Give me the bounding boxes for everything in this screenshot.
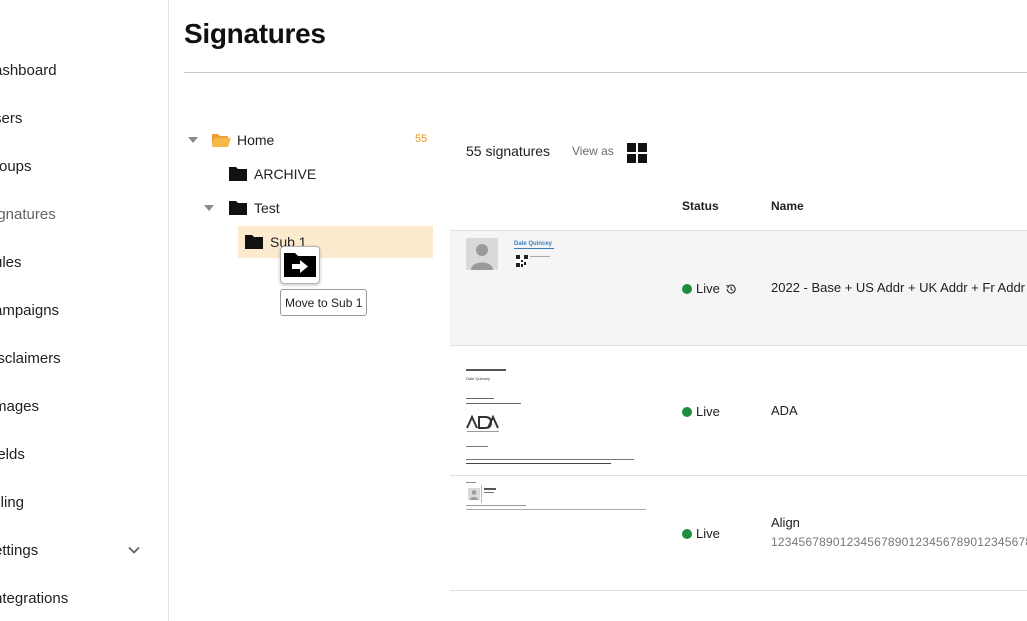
thumbnail-signer-name: Dale Quincey: [466, 376, 491, 381]
sidebar-item-dashboard[interactable]: ashboard: [0, 46, 168, 94]
live-status-dot: [682, 528, 692, 539]
caret-down-icon[interactable]: [203, 202, 215, 214]
sidebar-item-groups[interactable]: roups: [0, 142, 168, 190]
status-label: Live: [696, 526, 720, 541]
sidebar-item-fields[interactable]: ields: [0, 430, 168, 478]
signature-thumbnail[interactable]: Dale Quincey: [466, 238, 566, 278]
sidebar-item-label: ields: [0, 445, 25, 463]
page-title: Signatures: [184, 18, 326, 49]
sidebar-item-label: ettings: [0, 541, 39, 559]
tree-item-home[interactable]: Home: [211, 124, 274, 156]
thumbnail-text-line: [484, 492, 494, 493]
view-as-label: View as: [572, 144, 614, 158]
status-badge: Live: [682, 526, 720, 541]
thumbnail-rule: [514, 248, 554, 249]
sidebar-item-rules[interactable]: ules: [0, 238, 168, 286]
tree-item-test[interactable]: Test: [228, 192, 280, 224]
folder-icon: [229, 167, 247, 181]
live-status-dot: [682, 406, 692, 417]
status-label: Live: [696, 281, 720, 296]
thumbnail-text-line: [466, 463, 611, 464]
move-to-folder-icon: [284, 253, 316, 277]
sidebar-item-campaigns[interactable]: ampaigns: [0, 286, 168, 334]
ada-logo: [466, 414, 499, 432]
drag-tooltip: Move to Sub 1: [280, 289, 368, 316]
status-badge: Live: [682, 281, 737, 296]
sidebar-item-settings[interactable]: ettings: [0, 526, 168, 574]
chevron-down-icon[interactable]: [126, 542, 142, 558]
folder-icon: [245, 235, 263, 249]
column-header-name[interactable]: Name: [771, 199, 804, 213]
thumbnail-text-line: [466, 403, 521, 404]
signature-name[interactable]: Align: [771, 515, 800, 530]
sidebar-item-users[interactable]: sers: [0, 94, 168, 142]
thumbnail-text-line: [530, 256, 550, 257]
sidebar-item-label: ignatures: [0, 205, 56, 223]
sidebar-item-integrations[interactable]: ntegrations: [0, 574, 168, 621]
tree-item-label: Test: [254, 200, 280, 216]
signature-description: 1234567890123456789012345678901234567890: [771, 535, 1027, 549]
drag-ghost[interactable]: [280, 246, 320, 284]
header-divider: [184, 72, 1027, 73]
signature-thumbnail[interactable]: Dale Quincey: [466, 366, 646, 470]
live-status-dot: [682, 283, 692, 294]
column-header-status[interactable]: Status: [682, 199, 719, 213]
sidebar-item-label: ashboard: [0, 61, 57, 79]
sidebar-item-billing[interactable]: illing: [0, 478, 168, 526]
folder-icon: [229, 201, 247, 215]
thumbnail-text-line: [466, 459, 634, 460]
sidebar-item-label: ntegrations: [0, 589, 69, 607]
sidebar-item-images[interactable]: mages: [0, 382, 168, 430]
status-badge: Live: [682, 404, 720, 419]
sidebar-item-label: mages: [0, 397, 40, 415]
history-icon[interactable]: [725, 283, 737, 295]
sidebar-item-label: ules: [0, 253, 22, 271]
thumbnail-text-line: [466, 505, 526, 506]
folder-open-icon: [212, 134, 231, 147]
thumbnail-text-line: [466, 369, 506, 371]
sidebar-item-label: sers: [0, 109, 23, 127]
sidebar-item-label: ampaigns: [0, 301, 60, 319]
thumbnail-text-line: [466, 509, 646, 510]
thumbnail-text-line: [466, 398, 494, 399]
tree-item-label: Home: [237, 132, 275, 148]
thumbnail-text-line: [466, 482, 476, 483]
grid-view-icon[interactable]: [627, 143, 647, 163]
sidebar-item-disclaimers[interactable]: isclaimers: [0, 334, 168, 382]
sidebar-item-label: isclaimers: [0, 349, 61, 367]
sidebar: ashboard sers roups ignatures ules ampai…: [0, 0, 169, 621]
caret-down-icon[interactable]: [187, 134, 199, 146]
thumbnail-text-line: [484, 488, 496, 490]
thumbnail-signer-name: Dale Quincey: [514, 241, 553, 247]
qr-code-icon: [516, 255, 528, 267]
status-label: Live: [696, 404, 720, 419]
tree-item-archive[interactable]: ARCHIVE: [228, 158, 316, 190]
avatar-placeholder-icon: [466, 238, 498, 270]
thumbnail-divider: [481, 485, 482, 503]
signature-thumbnail[interactable]: [466, 482, 648, 514]
signature-name[interactable]: 2022 - Base + US Addr + UK Addr + Fr Add…: [771, 280, 1025, 295]
thumbnail-text-line: [466, 446, 488, 447]
signature-count: 55 signatures: [466, 143, 551, 159]
avatar-placeholder-icon: [468, 488, 480, 500]
sidebar-item-label: roups: [0, 157, 32, 175]
sidebar-item-signatures[interactable]: ignatures: [0, 190, 168, 238]
tree-item-label: ARCHIVE: [254, 166, 317, 182]
folder-count-badge: 55: [415, 133, 428, 145]
sidebar-item-label: illing: [0, 493, 25, 511]
signature-name[interactable]: ADA: [771, 403, 798, 418]
